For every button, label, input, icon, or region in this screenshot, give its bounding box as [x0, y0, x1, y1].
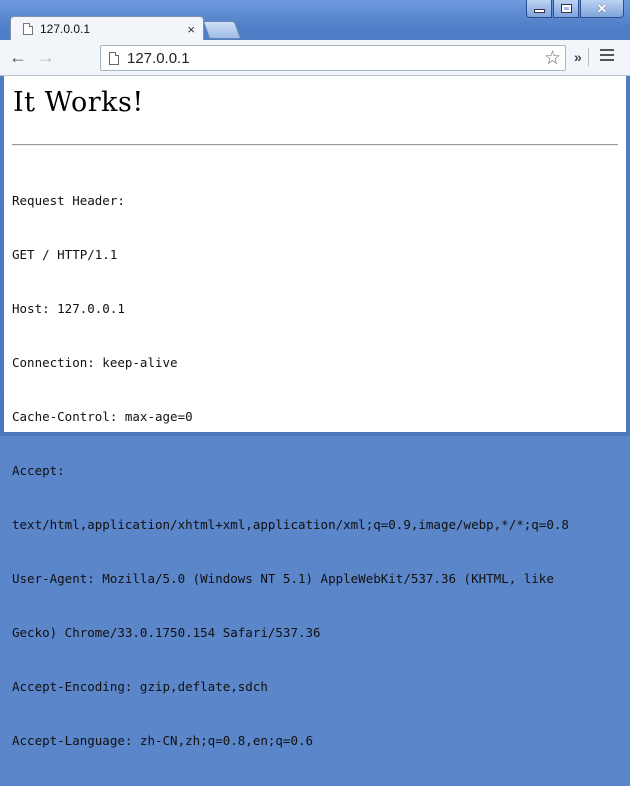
toolbar: ← → 127.0.0.1 ☆ » [0, 40, 630, 76]
extensions-chevron-icon[interactable]: » [574, 49, 582, 65]
menu-hamburger-icon[interactable] [600, 49, 614, 61]
back-button[interactable]: ← [6, 46, 30, 70]
bookmark-star-icon[interactable]: ☆ [544, 49, 561, 68]
back-arrow-icon: ← [9, 47, 27, 67]
header-line: GET / HTTP/1.1 [12, 247, 118, 262]
forward-button[interactable]: → [34, 46, 58, 70]
tab-active[interactable]: 127.0.0.1 × [10, 16, 204, 41]
header-line: Accept-Language: zh-CN,zh;q=0.8,en;q=0.6 [12, 733, 314, 748]
header-line: Request Header: [12, 193, 125, 208]
header-line: Cache-Control: max-age=0 [12, 409, 193, 424]
page-content: It Works! Request Header: GET / HTTP/1.1… [4, 76, 626, 748]
browser-window: ✕ 127.0.0.1 × ← → 127.0.0.1 ☆ » It Works… [0, 0, 630, 748]
header-line: Host: 127.0.0.1 [12, 301, 125, 316]
header-line: User-Agent: Mozilla/5.0 (Windows NT 5.1)… [12, 571, 554, 586]
header-line: Gecko) Chrome/33.0.1750.154 Safari/537.3… [12, 625, 321, 640]
tab-strip: 127.0.0.1 × [0, 16, 630, 41]
page-icon [109, 51, 119, 65]
page-heading: It Works! [13, 87, 144, 118]
minimize-icon [533, 9, 545, 13]
forward-arrow-icon: → [37, 47, 55, 67]
horizontal-rule [12, 144, 618, 146]
toolbar-divider [588, 48, 589, 66]
page-icon [23, 23, 33, 35]
window-bottom-border [0, 432, 630, 436]
new-tab-button[interactable] [202, 21, 242, 39]
header-line: Accept: [12, 463, 65, 478]
tab-close-icon[interactable]: × [187, 22, 195, 37]
header-line: Accept-Encoding: gzip,deflate,sdch [12, 679, 268, 694]
header-line: text/html,application/xhtml+xml,applicat… [12, 517, 569, 532]
url-text[interactable]: 127.0.0.1 [127, 50, 544, 67]
header-line: Connection: keep-alive [12, 355, 178, 370]
tab-title: 127.0.0.1 [40, 22, 91, 36]
address-bar[interactable]: 127.0.0.1 ☆ [100, 45, 566, 71]
maximize-icon [560, 4, 572, 13]
request-header-text: Request Header: GET / HTTP/1.1 Host: 127… [12, 156, 569, 786]
close-icon: ✕ [596, 1, 608, 16]
